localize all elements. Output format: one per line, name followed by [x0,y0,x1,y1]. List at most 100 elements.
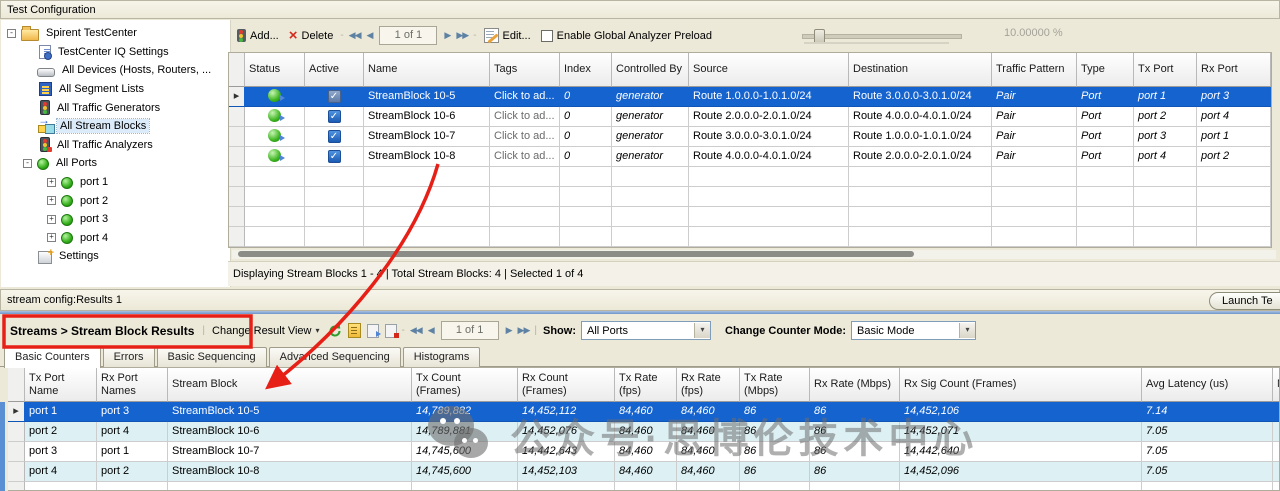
cell-name[interactable] [364,227,490,247]
cell-sel[interactable] [8,422,25,442]
cell-source[interactable] [689,187,849,207]
analyzer-preload-slider[interactable] [802,29,962,44]
empty-row[interactable] [229,167,1271,187]
cell-txratefps[interactable]: 84,460 [615,422,677,442]
col-header-tx-port-name[interactable]: Tx Port Name [25,368,97,402]
enable-global-analyzer-preload-checkbox[interactable] [540,29,553,42]
cell-rxratefps[interactable]: 84,460 [677,462,740,482]
cell-rxport[interactable] [1197,227,1271,247]
cell-status[interactable] [245,207,305,227]
cell-active[interactable] [305,167,364,187]
cell-sel[interactable] [229,187,245,207]
cell-streamblock[interactable] [168,482,412,490]
cell-sel[interactable] [8,442,25,462]
cell-rxcount[interactable]: 14,452,112 [518,402,615,422]
col-header-rx-port[interactable]: Rx Port [1197,53,1271,87]
cell-status[interactable] [245,227,305,247]
cell-txport[interactable] [1134,207,1197,227]
results-last-page-button[interactable]: ▶▶ [515,323,533,338]
cell-source[interactable]: Route 1.0.0.0-1.0.1.0/24 [689,87,849,107]
cell-rxport[interactable]: port 4 [1197,107,1271,127]
export-results-icon[interactable] [366,323,381,338]
col-header-m[interactable]: M [1273,368,1279,402]
cell-type[interactable]: Port [1077,127,1134,147]
tree-item-all-stream-blocks[interactable]: +All Stream Blocks [1,113,230,136]
cell-txportname[interactable]: port 4 [25,462,97,482]
empty-row[interactable] [229,227,1271,247]
cell-rxsig[interactable] [900,482,1142,490]
cell-controlledby[interactable] [612,227,689,247]
cell-rxratefps[interactable]: 84,460 [677,442,740,462]
cell-source[interactable]: Route 2.0.0.0-2.0.1.0/24 [689,107,849,127]
cell-streamblock[interactable]: StreamBlock 10-6 [168,422,412,442]
cell-source[interactable] [689,207,849,227]
last-page-button[interactable]: ▶▶ [453,28,471,43]
cell-type[interactable] [1077,167,1134,187]
cell-rxportnames[interactable] [97,482,168,490]
cell-streamblock[interactable]: StreamBlock 10-7 [168,442,412,462]
col-header-stream-block[interactable]: Stream Block [168,368,412,402]
col-header-rx-port-names[interactable]: Rx Port Names [97,368,168,402]
tree-item-settings[interactable]: + Settings [1,247,230,266]
cell-rxport[interactable]: port 2 [1197,147,1271,167]
cell-txratembps[interactable] [740,482,810,490]
cell-txratefps[interactable]: 84,460 [615,402,677,422]
active-checkbox[interactable]: ✓ [327,89,341,103]
col-header-source[interactable]: Source [689,53,849,87]
cell-status[interactable] [245,107,305,127]
cell-rxratefps[interactable]: 84,460 [677,402,740,422]
cell-rxcount[interactable]: 14,442,643 [518,442,615,462]
config-row-3[interactable]: ✓ StreamBlock 10-7 Click to ad... 0 generato… [229,127,1271,147]
col-header-status[interactable]: Status [245,53,305,87]
cell-rxratembps[interactable]: 86 [810,402,900,422]
tree-item-spirent-testcenter[interactable]: - Spirent TestCenter [1,24,230,43]
cell-txratefps[interactable]: 84,460 [615,462,677,482]
cell-rxsig[interactable]: 14,442,640 [900,442,1142,462]
cell-source[interactable]: Route 4.0.0.0-4.0.1.0/24 [689,147,849,167]
cell-rxport[interactable]: port 3 [1197,87,1271,107]
col-header-tx-rate-fps[interactable]: Tx Rate (fps) [615,368,677,402]
cell-txratembps[interactable]: 86 [740,462,810,482]
cell-tags[interactable] [490,207,560,227]
cell-rxcount[interactable]: 14,452,103 [518,462,615,482]
cell-rxportnames[interactable]: port 2 [97,462,168,482]
add-button[interactable]: Add... [232,27,284,44]
cell-rxratembps[interactable] [810,482,900,490]
col-header-tx-rate-mbps[interactable]: Tx Rate (Mbps) [740,368,810,402]
cell-pattern[interactable] [992,207,1077,227]
cell-source[interactable] [689,227,849,247]
tree-expander-icon[interactable]: + [47,233,56,243]
tree-item-all-segment-lists[interactable]: +All Segment Lists [1,80,230,99]
cell-cutcol[interactable] [1273,402,1279,422]
tree-item-port-2[interactable]: + port 2 [1,191,230,210]
cell-controlledby[interactable]: generator [612,107,689,127]
delete-button[interactable]: × Delete [284,28,339,44]
cell-destination[interactable] [849,187,992,207]
cell-active[interactable] [305,227,364,247]
cell-destination[interactable]: Route 1.0.0.0-1.0.1.0/24 [849,127,992,147]
cell-name[interactable] [364,167,490,187]
cell-pattern[interactable] [992,187,1077,207]
cell-index[interactable] [560,207,612,227]
col-header-active[interactable]: Active [305,53,364,87]
active-checkbox[interactable]: ✓ [327,149,341,163]
tab-basic-sequencing[interactable]: Basic Sequencing [156,347,267,367]
cell-tags[interactable] [490,167,560,187]
cell-source[interactable] [689,167,849,187]
cell-index[interactable] [560,227,612,247]
tab-basic-counters[interactable]: Basic Counters [4,347,101,368]
cell-sel[interactable] [229,127,245,147]
tree-expander-icon[interactable]: + [47,177,56,187]
cell-rxratefps[interactable] [677,482,740,490]
tree-expander-icon[interactable]: - [23,158,32,168]
cell-source[interactable]: Route 3.0.0.0-3.0.1.0/24 [689,127,849,147]
tree-item-all-devices-hosts-routers[interactable]: +All Devices (Hosts, Routers, ... [1,61,230,80]
cell-name[interactable]: StreamBlock 10-5 [364,87,490,107]
col-header-rx-rate-mbps[interactable]: Rx Rate (Mbps) [810,368,900,402]
results-prev-page-button[interactable]: ◀ [425,323,437,338]
tree-expander-icon[interactable]: + [47,214,56,224]
cell-sel[interactable] [229,167,245,187]
cell-rxsig[interactable]: 14,452,096 [900,462,1142,482]
cell-status[interactable] [245,127,305,147]
config-row-2[interactable]: ✓ StreamBlock 10-6 Click to ad... 0 generato… [229,107,1271,127]
